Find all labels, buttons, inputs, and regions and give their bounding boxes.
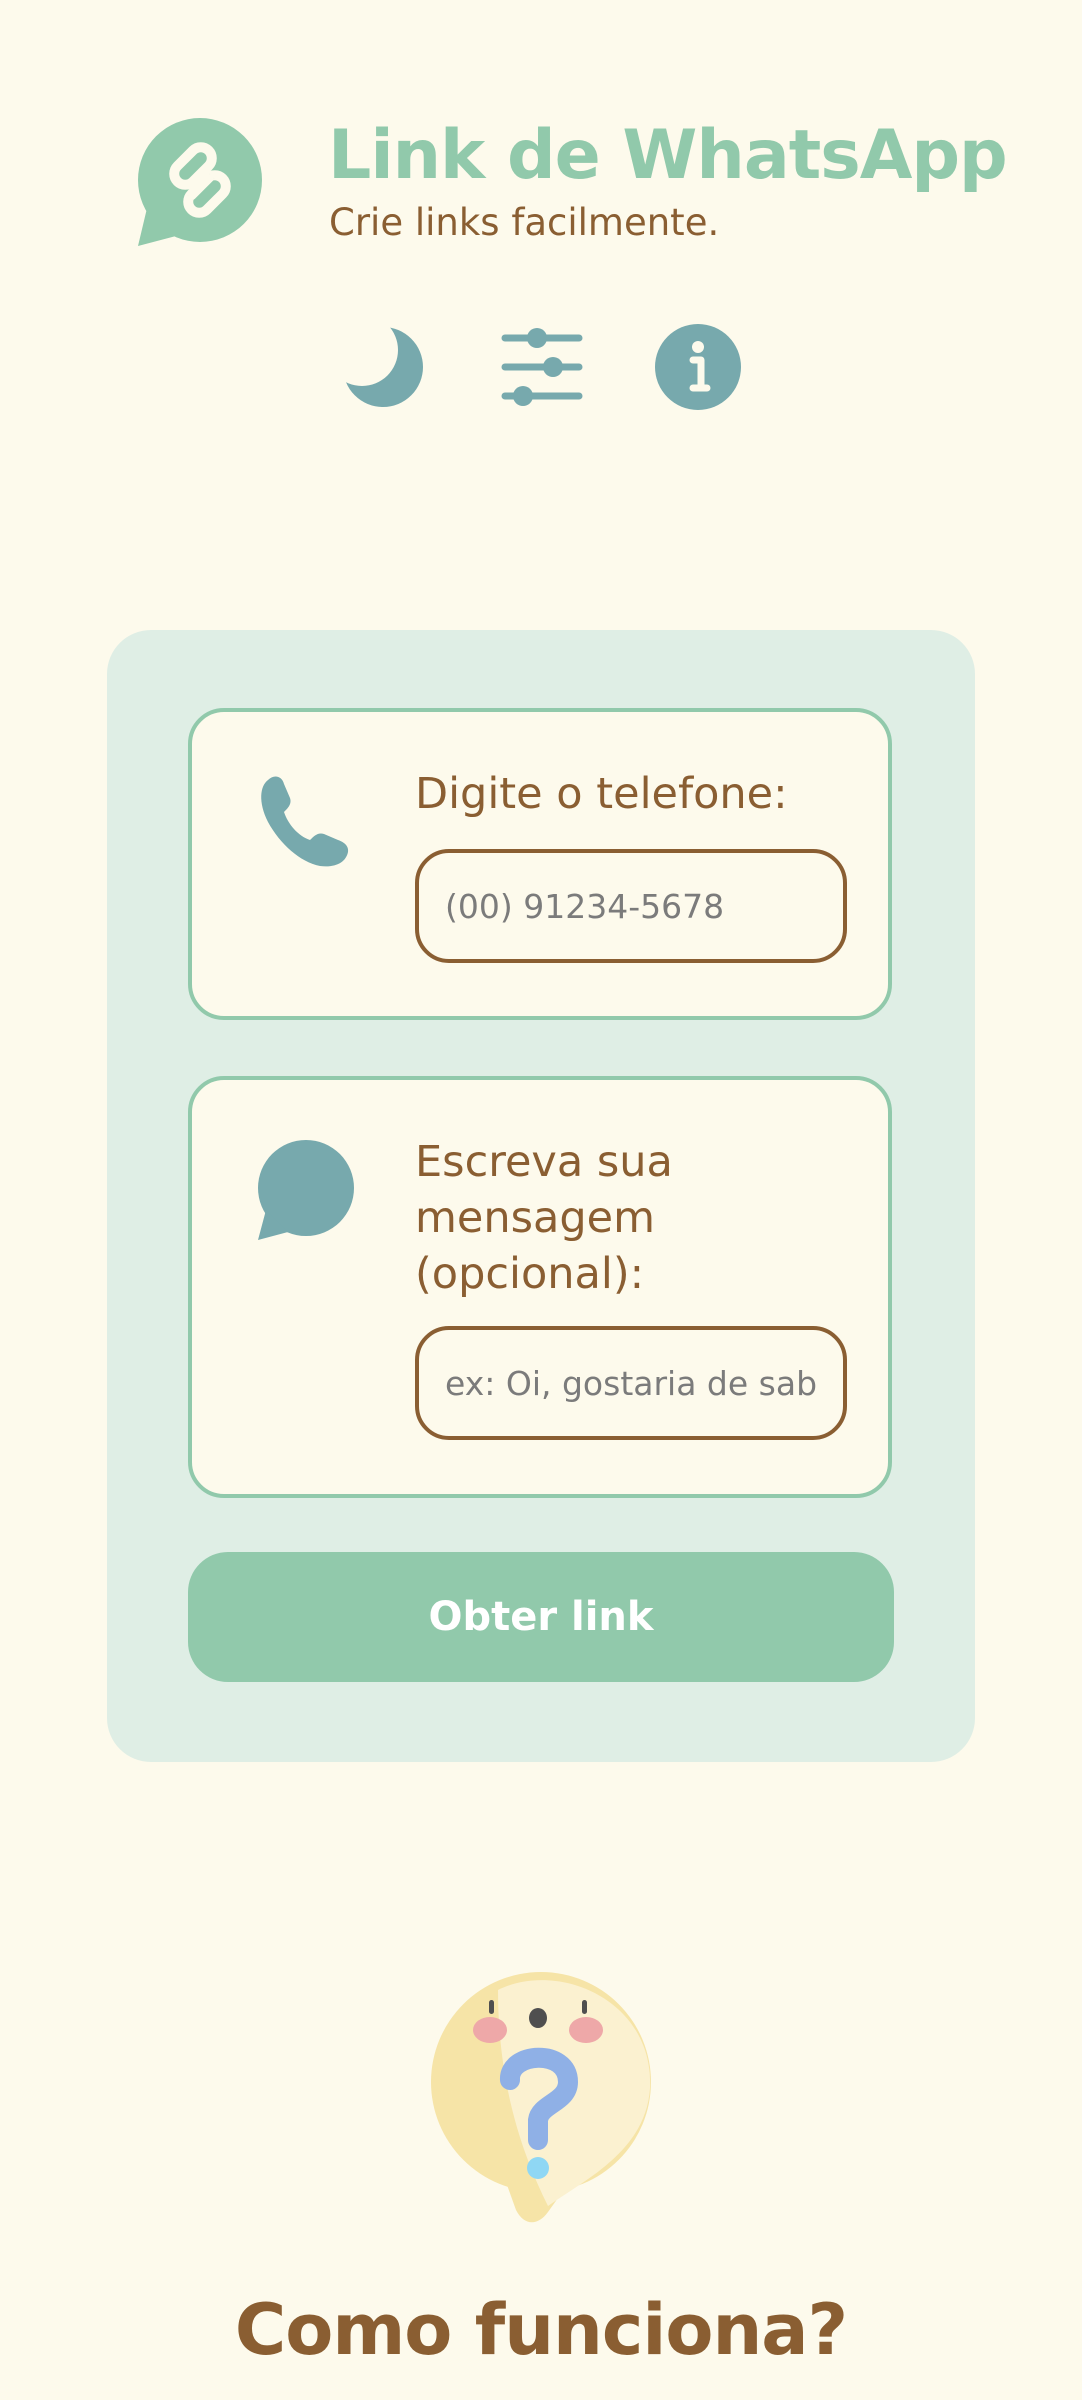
sliders-icon: [501, 328, 583, 406]
phone-label: Digite o telefone:: [415, 769, 788, 819]
phone-icon: [261, 776, 349, 867]
message-input[interactable]: [415, 1326, 847, 1440]
chat-bubble-icon: [258, 1140, 354, 1240]
moon-icon: [343, 327, 423, 407]
app-title: Link de WhatsApp: [328, 116, 1008, 195]
phone-input[interactable]: [415, 849, 847, 963]
info-button[interactable]: [653, 322, 743, 412]
logo-icon: [138, 118, 262, 246]
how-it-works-heading: Como funciona?: [234, 2289, 848, 2371]
theme-toggle-button[interactable]: [338, 322, 428, 412]
app-subtitle: Crie links facilmente.: [329, 201, 720, 244]
settings-button[interactable]: [497, 322, 587, 412]
get-link-button[interactable]: Obter link: [188, 1552, 894, 1682]
message-label: Escreva sua mensagem (opcional):: [415, 1137, 673, 1299]
question-bubble-icon: [431, 1972, 651, 2223]
info-icon: [655, 324, 741, 410]
